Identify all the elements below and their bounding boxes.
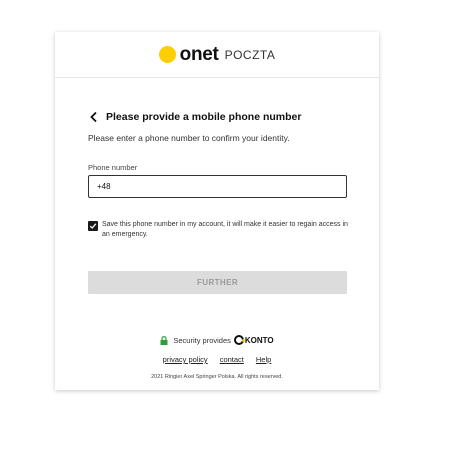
lock-icon (160, 335, 168, 345)
contact-link[interactable]: contact (220, 355, 244, 364)
page-title: Please provide a mobile phone number (106, 111, 302, 123)
title-row: Please provide a mobile phone number (88, 110, 301, 124)
privacy-policy-link[interactable]: privacy policy (163, 355, 208, 364)
back-arrow-icon[interactable] (88, 110, 102, 124)
security-provider: Security provides KONTO (55, 335, 379, 345)
onet-poczta-logo: onet POCZTA (158, 43, 276, 66)
okonto-logo: KONTO (233, 335, 274, 345)
help-link[interactable]: Help (256, 355, 271, 364)
logo-product-name: POCZTA (224, 47, 276, 62)
checkmark-icon (89, 223, 97, 229)
onet-dot-icon (158, 46, 176, 63)
footer-links: privacy policy contact Help (55, 355, 379, 364)
phone-number-input[interactable] (88, 175, 347, 198)
save-phone-checkbox-row: Save this phone number in my account, it… (88, 220, 348, 239)
login-card: onet POCZTA Please provide a mobile phon… (55, 32, 379, 390)
save-phone-checkbox-label: Save this phone number in my account, it… (102, 221, 348, 238)
security-text: Security provides (173, 335, 231, 345)
save-phone-checkbox[interactable] (88, 221, 98, 231)
page-subtitle: Please enter a phone number to confirm y… (88, 133, 290, 143)
logo-brand-name: onet (179, 43, 219, 65)
phone-number-label: Phone number (88, 163, 138, 172)
header: onet POCZTA (55, 32, 379, 78)
copyright-text: 2021 Ringier Axel Springer Polska. All r… (151, 374, 283, 380)
further-button[interactable]: FURTHER (88, 271, 347, 294)
okonto-o-icon (233, 335, 245, 345)
okonto-brand-text: KONTO (244, 335, 274, 345)
